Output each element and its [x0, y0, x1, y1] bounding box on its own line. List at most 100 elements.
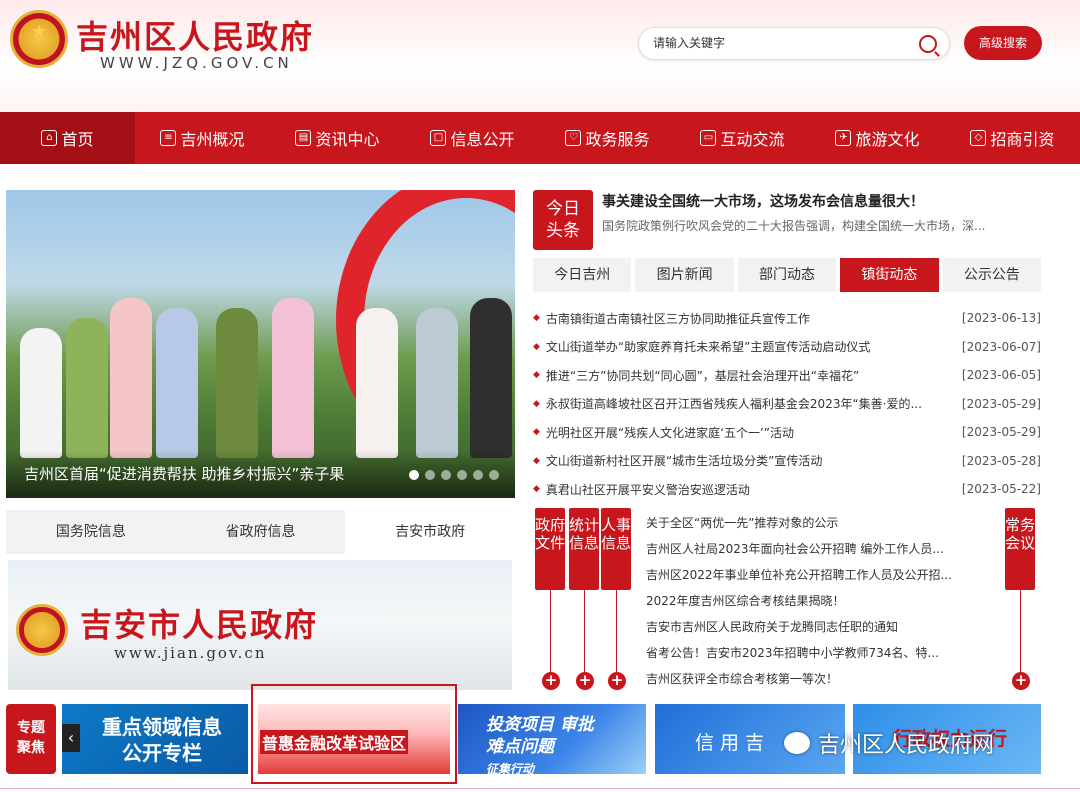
advanced-search-button[interactable]: 高级搜索 [964, 26, 1042, 60]
more-statistics-button[interactable]: + [576, 672, 594, 690]
news-title[interactable]: 文山街道举办“助家庭养育托未来希望”主题宣传活动启动仪式 [546, 338, 962, 355]
bullet-icon: ◆ [533, 427, 540, 438]
nav-item-news-center[interactable]: ▤ 资讯中心 [270, 112, 405, 164]
person-figure [156, 308, 198, 458]
nav-item-home[interactable]: ⌂ 首页 [0, 112, 135, 164]
tab-statistics[interactable]: 统计信息 [569, 508, 599, 590]
carousel-dot[interactable] [441, 470, 451, 480]
person-figure [470, 298, 512, 458]
national-emblem-icon: ★ [10, 10, 68, 68]
badge-line: 聚焦 [17, 740, 45, 756]
list-item[interactable]: 省考公告！吉安市2023年招聘中小学教师734名、特... [646, 640, 956, 666]
carousel-dot[interactable] [473, 470, 483, 480]
site-header: ★ 吉州区人民政府 WWW.JZQ.GOV.CN 高级搜索 [0, 0, 1080, 112]
carousel-dot[interactable] [425, 470, 435, 480]
list-item[interactable]: ◆ 永叔街道高峰坡社区召开江西省残疾人福利基金会2023年“集善·爱的... [20… [533, 390, 1041, 419]
nav-item-tourism[interactable]: ✈ 旅游文化 [810, 112, 945, 164]
promo-text: 投资项目 审批 难点问题 征集行动 [486, 714, 594, 774]
tab-announcements[interactable]: 公示公告 [942, 258, 1042, 292]
nav-item-overview[interactable]: ≡ 吉州概况 [135, 112, 270, 164]
news-title[interactable]: 真君山社区开展平安义警治安巡逻活动 [546, 481, 962, 498]
column-divider [550, 590, 551, 678]
news-date: [2023-06-13] [961, 311, 1041, 326]
bullet-icon: ◆ [533, 455, 540, 466]
city-gov-title: 吉安市人民政府 [80, 606, 319, 644]
search-input[interactable] [653, 36, 913, 50]
badge-line: 头条 [546, 221, 580, 241]
promo-investment-approval[interactable]: 投资项目 审批 难点问题 征集行动 [458, 704, 646, 774]
document-icon: ≡ [160, 130, 177, 146]
news-title[interactable]: 光明社区开展“残疾人文化进家庭‘五个一’”活动 [546, 424, 962, 441]
news-title[interactable]: 推进“三方”协同共划“同心圆”，基层社会治理开出“幸福花” [546, 367, 962, 384]
promo-text: 信用吉 [695, 732, 771, 754]
tab-town-news[interactable]: 镇街动态 [840, 258, 939, 292]
tab-personnel[interactable]: 人事信息 [601, 508, 631, 590]
chat-icon: ▭ [700, 130, 717, 146]
news-title[interactable]: 文山街道新村社区开展“城市生活垃圾分类”宣传活动 [546, 452, 962, 469]
nav-label: 招商引资 [990, 130, 1055, 149]
promo-text: 公开专栏 [122, 741, 202, 765]
list-item[interactable]: ◆ 文山街道举办“助家庭养育托未来希望”主题宣传活动启动仪式 [2023-06-07… [533, 333, 1041, 362]
nav-item-interaction[interactable]: ▭ 互动交流 [675, 112, 810, 164]
carousel-prev-button[interactable]: ‹ [62, 724, 80, 752]
promo-line: 难点问题 [486, 737, 554, 757]
more-gov-documents-button[interactable]: + [542, 672, 560, 690]
news-title[interactable]: 永叔街道高峰坡社区召开江西省残疾人福利基金会2023年“集善·爱的... [546, 395, 962, 412]
person-figure [272, 298, 314, 458]
newspaper-icon: ▤ [295, 130, 312, 146]
main-nav: ⌂ 首页 ≡ 吉州概况 ▤ 资讯中心 □ 信息公开 ♡ 政务服务 ▭ 互动交流 ✈ 旅游文化 … [0, 112, 1080, 164]
badge-line: 今日 [546, 199, 580, 219]
search-icon[interactable] [919, 35, 937, 53]
list-item[interactable]: ◆ 真君山社区开展平安义警治安巡逻活动 [2023-05-22] [533, 475, 1041, 504]
list-item[interactable]: 2022年度吉州区综合考核结果揭晓！ [646, 588, 956, 614]
tab-photo-news[interactable]: 图片新闻 [635, 258, 734, 292]
nav-item-investment[interactable]: ◇ 招商引资 [945, 112, 1080, 164]
column-divider [1020, 590, 1021, 678]
nav-item-info-disclosure[interactable]: □ 信息公开 [405, 112, 540, 164]
tab-gov-documents[interactable]: 政府文件 [535, 508, 565, 590]
carousel-dot[interactable] [457, 470, 467, 480]
home-icon: ⌂ [41, 130, 58, 146]
tab-provincial-gov[interactable]: 省政府信息 [176, 510, 346, 554]
list-item[interactable]: ◆ 推进“三方”协同共划“同心圆”，基层社会治理开出“幸福花” [2023-06-0… [533, 361, 1041, 390]
news-title[interactable]: 古南镇街道古南镇社区三方协同助推征兵宣传工作 [546, 310, 962, 327]
tab-state-council[interactable]: 国务院信息 [6, 510, 176, 554]
list-item[interactable]: 吉州区2022年事业单位补充公开招聘工作人员及公开招... [646, 562, 956, 588]
promo-text: 重点领域信息 [102, 715, 222, 739]
news-date: [2023-05-29] [961, 396, 1041, 411]
more-personnel-button[interactable]: + [608, 672, 626, 690]
photo-carousel[interactable]: 吉州区首届“促进消费帮扶 助推乡村振兴”亲子果 [6, 190, 515, 498]
list-item[interactable]: 吉州区人社局2023年面向社会公开招聘 编外工作人员... [646, 536, 956, 562]
carousel-dot[interactable] [409, 470, 419, 480]
divider [0, 788, 1080, 789]
promo-key-areas[interactable]: 重点领域信息 公开专栏 [62, 704, 248, 774]
more-executive-meeting-button[interactable]: + [1012, 672, 1030, 690]
list-item[interactable]: 关于全区“两优一先”推荐对象的公示 [646, 510, 956, 536]
news-date: [2023-05-28] [961, 453, 1041, 468]
tab-jian-city-gov[interactable]: 吉安市政府 [345, 510, 516, 554]
bullet-icon: ◆ [533, 484, 540, 495]
carousel-dot[interactable] [489, 470, 499, 480]
tab-executive-meeting[interactable]: 常务会议 [1005, 508, 1035, 590]
list-item[interactable]: ◆ 文山街道新村社区开展“城市生活垃圾分类”宣传活动 [2023-05-28] [533, 447, 1041, 476]
list-item[interactable]: ◆ 光明社区开展“残疾人文化进家庭‘五个一’”活动 [2023-05-29] [533, 418, 1041, 447]
briefcase-icon: □ [430, 130, 447, 146]
list-item[interactable]: 吉州区获评全市综合考核第一等次！ [646, 666, 956, 692]
headline-summary[interactable]: 国务院政策例行吹风会党的二十大报告强调，构建全国统一大市场，深... [602, 217, 985, 234]
city-gov-url: www.jian.gov.cn [114, 644, 267, 662]
list-item[interactable]: ◆ 古南镇街道古南镇社区三方协同助推征兵宣传工作 [2023-06-13] [533, 304, 1041, 333]
search-box [638, 27, 950, 60]
bullet-icon: ◆ [533, 398, 540, 409]
tab-today-jizhou[interactable]: 今日吉州 [533, 258, 632, 292]
nav-item-gov-services[interactable]: ♡ 政务服务 [540, 112, 675, 164]
today-headline-badge: 今日 头条 [533, 190, 593, 250]
plane-icon: ✈ [835, 130, 852, 146]
list-item[interactable]: 吉安市吉州区人民政府关于龙腾同志任职的通知 [646, 614, 956, 640]
headline-title[interactable]: 事关建设全国统一大市场，这场发布会信息量很大！ [602, 191, 924, 211]
carousel-caption-text[interactable]: 吉州区首届“促进消费帮扶 助推乡村振兴”亲子果 [24, 463, 344, 484]
city-gov-banner[interactable]: 吉安市人民政府 www.jian.gov.cn [8, 560, 512, 690]
badge-line: 专题 [17, 720, 45, 736]
tab-department-news[interactable]: 部门动态 [737, 258, 837, 292]
news-date: [2023-06-05] [961, 368, 1041, 383]
site-title[interactable]: 吉州区人民政府 [76, 12, 314, 58]
